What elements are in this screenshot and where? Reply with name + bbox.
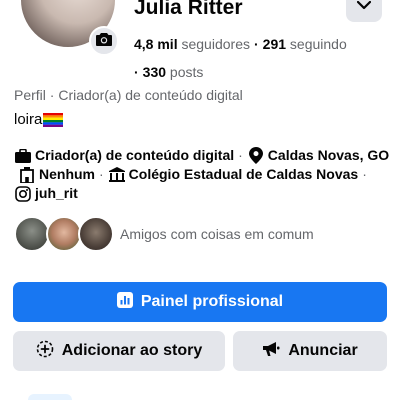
chevron-down-icon xyxy=(356,0,372,15)
megaphone-icon xyxy=(262,341,280,362)
add-story-icon xyxy=(36,340,54,363)
detail-category: Criador(a) de conteúdo digital xyxy=(35,147,235,163)
add-to-story-label: Adicionar ao story xyxy=(61,342,203,359)
friend-avatar[interactable] xyxy=(46,216,82,252)
dashboard-icon xyxy=(116,291,133,313)
posts-stat: 330 posts xyxy=(142,64,204,80)
detail-school[interactable]: Colégio Estadual de Caldas Novas xyxy=(129,165,359,184)
briefcase-icon xyxy=(14,147,32,165)
profile-stats: 4,8 mil seguidores · 291 seguindo · 330 pos… xyxy=(134,36,347,80)
profile-options-button[interactable] xyxy=(346,0,382,22)
professional-dashboard-label: Painel profissional xyxy=(140,293,284,310)
advertise-button[interactable]: Anunciar xyxy=(233,331,387,371)
profile-details: Criador(a) de conteúdo digital · Caldas … xyxy=(14,146,394,203)
profile-name: Julia Ritter xyxy=(134,0,243,19)
rainbow-flag-icon xyxy=(43,112,64,127)
camera-icon xyxy=(96,32,112,51)
profile-screen: Julia Ritter 4,8 mil seguidores · 291 segu… xyxy=(0,0,400,400)
following-stat[interactable]: 291 seguindo xyxy=(263,36,347,52)
friend-avatar[interactable] xyxy=(78,216,114,252)
followers-stat[interactable]: 4,8 mil seguidores xyxy=(134,36,250,52)
friend-avatar[interactable] xyxy=(14,216,50,252)
location-pin-icon xyxy=(247,147,265,165)
tab-indicator[interactable] xyxy=(28,394,72,400)
instagram-icon xyxy=(14,185,32,203)
detail-location[interactable]: Caldas Novas, GO xyxy=(268,146,389,165)
detail-instagram[interactable]: juh_rit xyxy=(35,184,78,203)
professional-dashboard-button[interactable]: Painel profissional xyxy=(13,282,387,322)
bio-text: loira xyxy=(14,111,43,128)
mutual-friends-row[interactable]: Amigos com coisas em comum xyxy=(14,216,314,252)
profile-type-label: Perfil · Criador(a) de conteúdo digital xyxy=(14,87,243,103)
school-icon xyxy=(108,166,126,184)
add-to-story-button[interactable]: Adicionar ao story xyxy=(13,331,225,371)
profile-bio: loira xyxy=(14,111,64,128)
change-photo-button[interactable] xyxy=(89,26,119,56)
mutual-friends-label[interactable]: Amigos com coisas em comum xyxy=(120,226,314,242)
advertise-label: Anunciar xyxy=(288,342,358,359)
detail-workplace: Nenhum xyxy=(39,166,95,182)
building-icon xyxy=(18,166,36,184)
